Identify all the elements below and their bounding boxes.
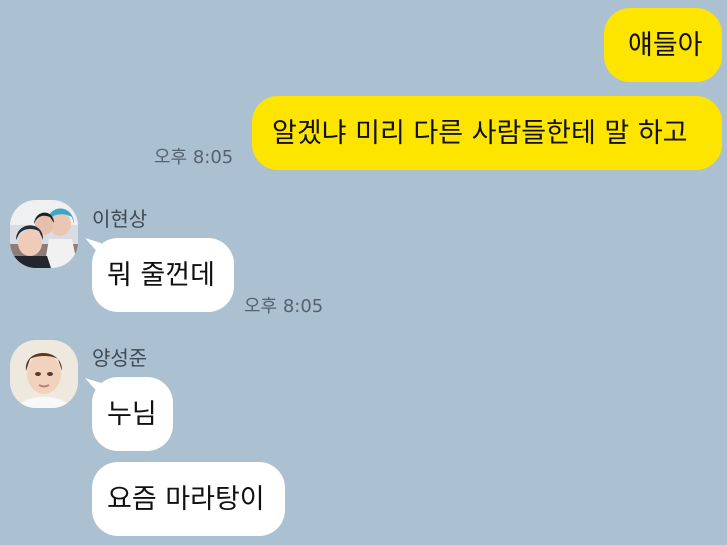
- avatar[interactable]: [10, 200, 78, 268]
- group-photo-avatar: [10, 200, 78, 268]
- outgoing-message-text: 얘들아: [628, 29, 703, 61]
- incoming-message-text: 요즘 마라탕이: [107, 483, 265, 515]
- incoming-message-bubble[interactable]: 뭐 줄껀데: [92, 238, 234, 312]
- outgoing-message-bubble[interactable]: 얘들아: [604, 8, 722, 82]
- message-timestamp: 오후 8:05: [244, 296, 324, 317]
- profile-photo-avatar: [10, 340, 78, 408]
- incoming-message-bubble[interactable]: 요즘 마라탕이: [92, 462, 285, 536]
- outgoing-message-text: 알겠냐 미리 다른 사람들한테 말 하고: [272, 117, 688, 149]
- avatar[interactable]: [10, 340, 78, 408]
- incoming-message-bubble[interactable]: 누님: [92, 377, 173, 451]
- sender-name: 이현상: [92, 207, 148, 231]
- outgoing-message-bubble[interactable]: 알겠냐 미리 다른 사람들한테 말 하고: [252, 96, 722, 170]
- message-timestamp: 오후 8:05: [154, 147, 234, 168]
- incoming-message-text: 뭐 줄껀데: [107, 259, 215, 291]
- sender-name: 양성준: [92, 346, 148, 370]
- incoming-message-text: 누님: [107, 398, 157, 430]
